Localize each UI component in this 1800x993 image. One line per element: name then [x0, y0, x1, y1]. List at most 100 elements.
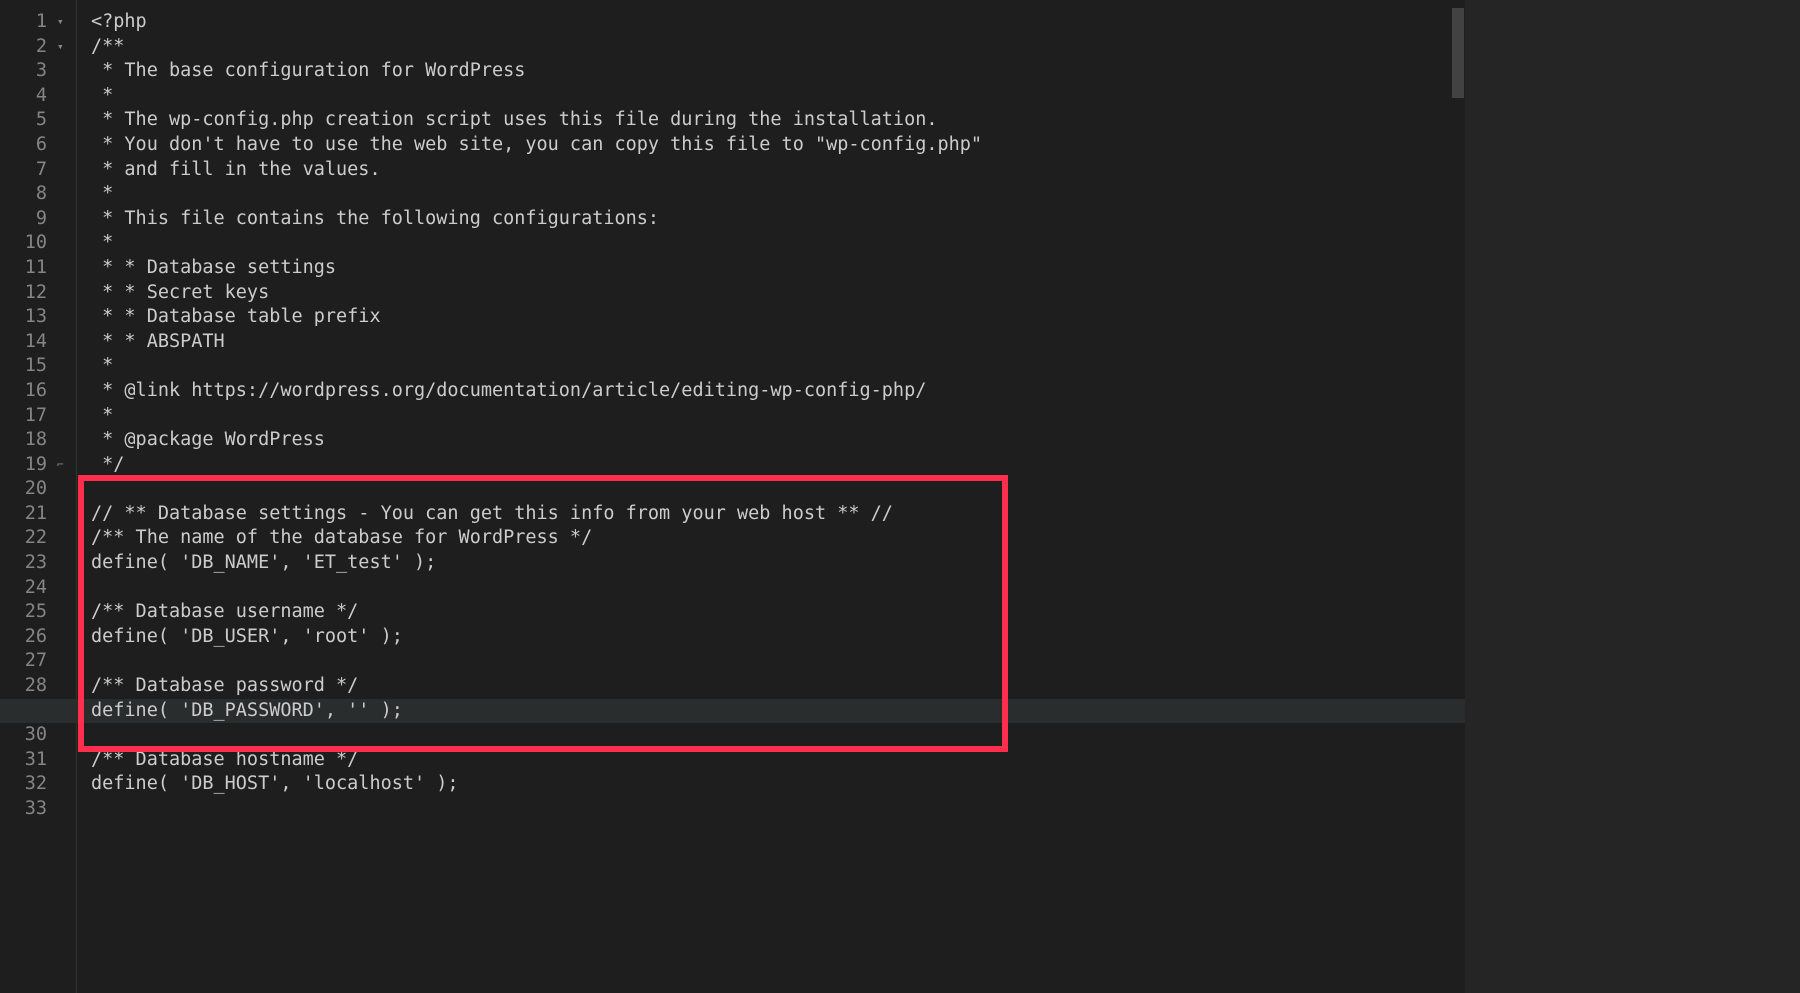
line-number[interactable]: 18 — [0, 428, 55, 453]
code-line[interactable] — [91, 723, 1465, 748]
line-number[interactable]: 15 — [0, 354, 55, 379]
line-number[interactable]: 8 — [0, 182, 55, 207]
fold-spacer — [55, 281, 76, 306]
line-number[interactable]: 10 — [0, 231, 55, 256]
fold-spacer — [55, 625, 76, 650]
fold-spacer — [55, 305, 76, 330]
line-number[interactable]: 32 — [0, 772, 55, 797]
side-panel — [1465, 0, 1800, 993]
code-line[interactable]: define( 'DB_NAME', 'ET_test' ); — [91, 551, 1465, 576]
fold-spacer — [55, 182, 76, 207]
fold-spacer — [55, 256, 76, 281]
line-number[interactable]: 5 — [0, 108, 55, 133]
fold-spacer — [55, 207, 76, 232]
code-line[interactable]: // ** Database settings - You can get th… — [91, 502, 1465, 527]
code-line[interactable]: /** Database password */ — [91, 674, 1465, 699]
line-number[interactable]: 28 — [0, 674, 55, 699]
code-line[interactable]: * — [91, 84, 1465, 109]
fold-spacer — [55, 649, 76, 674]
code-line[interactable]: * You don't have to use the web site, yo… — [91, 133, 1465, 158]
line-number[interactable]: 24 — [0, 576, 55, 601]
code-line[interactable]: define( 'DB_PASSWORD', '' ); — [91, 699, 1465, 724]
line-number[interactable]: 27 — [0, 649, 55, 674]
fold-spacer — [55, 158, 76, 183]
fold-spacer — [55, 674, 76, 699]
code-line[interactable]: * This file contains the following confi… — [91, 207, 1465, 232]
line-number[interactable]: 1 — [0, 10, 55, 35]
fold-spacer — [55, 133, 76, 158]
code-line[interactable]: /** Database username */ — [91, 600, 1465, 625]
code-line[interactable]: * — [91, 231, 1465, 256]
code-line[interactable]: */ — [91, 453, 1465, 478]
line-number[interactable]: 23 — [0, 551, 55, 576]
code-line[interactable]: * The base configuration for WordPress — [91, 59, 1465, 84]
fold-spacer — [55, 526, 76, 551]
code-line[interactable] — [91, 649, 1465, 674]
code-line[interactable]: * @package WordPress — [91, 428, 1465, 453]
line-number[interactable]: 16 — [0, 379, 55, 404]
line-number[interactable]: 7 — [0, 158, 55, 183]
fold-spacer — [55, 59, 76, 84]
fold-spacer — [55, 576, 76, 601]
code-line[interactable]: /** Database hostname */ — [91, 748, 1465, 773]
fold-toggle-icon[interactable]: ▾ — [55, 35, 76, 60]
fold-spacer — [55, 354, 76, 379]
code-line[interactable]: * * Database table prefix — [91, 305, 1465, 330]
fold-spacer — [55, 477, 76, 502]
line-number[interactable]: 6 — [0, 133, 55, 158]
line-number[interactable]: 26 — [0, 625, 55, 650]
code-line[interactable]: * * Database settings — [91, 256, 1465, 281]
code-line[interactable]: * * Secret keys — [91, 281, 1465, 306]
code-line[interactable]: /** The name of the database for WordPre… — [91, 526, 1465, 551]
fold-spacer — [55, 772, 76, 797]
line-number[interactable]: 4 — [0, 84, 55, 109]
code-line[interactable]: * and fill in the values. — [91, 158, 1465, 183]
fold-toggle-icon[interactable]: ▾ — [55, 10, 76, 35]
line-number[interactable]: 14 — [0, 330, 55, 355]
fold-spacer — [55, 379, 76, 404]
fold-spacer — [55, 84, 76, 109]
code-line[interactable] — [91, 576, 1465, 601]
line-number[interactable]: 9 — [0, 207, 55, 232]
line-number[interactable]: 21 — [0, 502, 55, 527]
code-line[interactable]: /** — [91, 35, 1465, 60]
code-area[interactable]: <?php/** * The base configuration for Wo… — [77, 0, 1465, 993]
fold-spacer — [55, 108, 76, 133]
line-number[interactable]: 25 — [0, 600, 55, 625]
code-line[interactable]: define( 'DB_USER', 'root' ); — [91, 625, 1465, 650]
line-number[interactable]: 13 — [0, 305, 55, 330]
code-line[interactable]: <?php — [91, 10, 1465, 35]
fold-spacer — [55, 502, 76, 527]
line-number[interactable]: 33 — [0, 797, 55, 822]
line-number[interactable]: 22 — [0, 526, 55, 551]
line-number[interactable]: 31 — [0, 748, 55, 773]
code-line[interactable]: * @link https://wordpress.org/documentat… — [91, 379, 1465, 404]
fold-spacer — [55, 330, 76, 355]
line-number[interactable]: 30 — [0, 723, 55, 748]
code-line[interactable]: define( 'DB_HOST', 'localhost' ); — [91, 772, 1465, 797]
line-number-gutter[interactable]: 1234567891011121314151617181920212223242… — [0, 0, 55, 993]
editor: 1234567891011121314151617181920212223242… — [0, 0, 1800, 993]
line-number[interactable]: 17 — [0, 404, 55, 429]
fold-column[interactable]: ▾▾ ⌐ — [55, 0, 77, 993]
code-line[interactable]: * — [91, 182, 1465, 207]
code-line[interactable]: * * ABSPATH — [91, 330, 1465, 355]
code-line[interactable]: * The wp-config.php creation script uses… — [91, 108, 1465, 133]
fold-toggle-icon[interactable]: ⌐ — [55, 453, 76, 478]
code-line[interactable]: * — [91, 354, 1465, 379]
fold-spacer — [55, 748, 76, 773]
code-line[interactable] — [91, 797, 1465, 822]
code-line[interactable] — [91, 477, 1465, 502]
fold-spacer — [55, 404, 76, 429]
code-line[interactable]: * — [91, 404, 1465, 429]
line-number[interactable]: 3 — [0, 59, 55, 84]
fold-spacer — [55, 797, 76, 822]
line-number[interactable]: 2 — [0, 35, 55, 60]
line-number[interactable]: 11 — [0, 256, 55, 281]
fold-spacer — [55, 551, 76, 576]
fold-spacer — [55, 231, 76, 256]
line-number[interactable]: 20 — [0, 477, 55, 502]
line-number[interactable]: 19 — [0, 453, 55, 478]
line-number[interactable]: 12 — [0, 281, 55, 306]
fold-spacer — [55, 723, 76, 748]
